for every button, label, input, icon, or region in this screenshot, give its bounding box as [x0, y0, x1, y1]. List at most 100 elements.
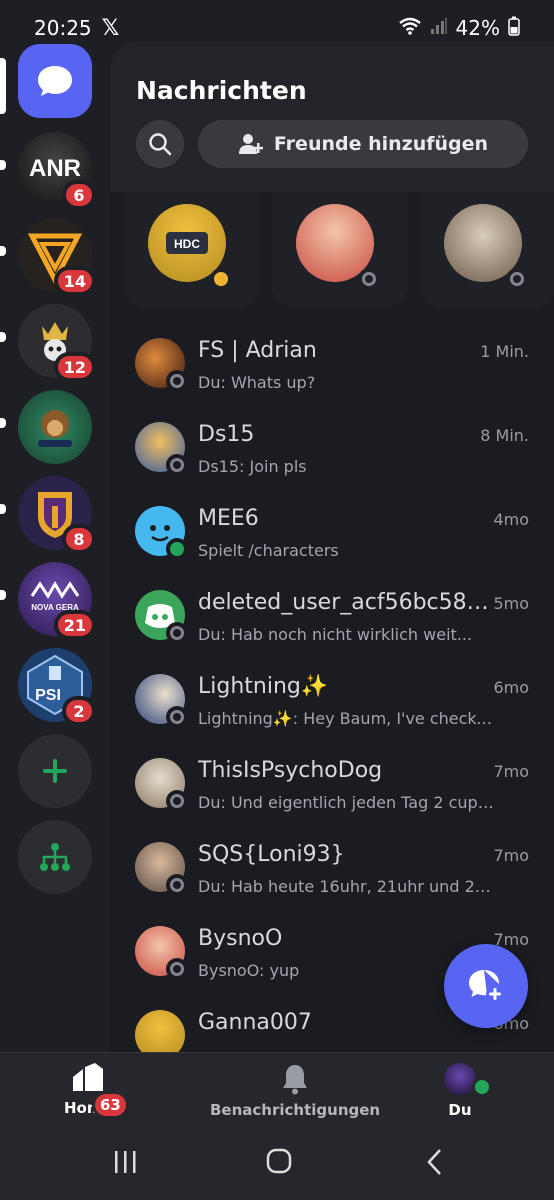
dm-name: ThisIsPsychoDog — [198, 758, 383, 783]
dm-timestamp: 6mo — [493, 678, 529, 697]
recent-apps-icon — [115, 1151, 136, 1173]
dm-list-item[interactable]: MEE6 4mo Spielt /characters — [110, 492, 554, 576]
dm-preview: BysnoO: yup — [198, 961, 300, 980]
dm-name: deleted_user_acf56bc587... — [198, 590, 498, 615]
offline-status-icon — [506, 268, 528, 290]
back-chevron-icon — [427, 1149, 441, 1175]
add-friend-icon — [238, 134, 263, 154]
add-server-button[interactable] — [18, 734, 92, 808]
dm-timestamp: 1 Min. — [480, 342, 529, 361]
server-badge: 21 — [53, 610, 96, 640]
dm-list-item[interactable]: FS | Adrian 1 Min. Du: Whats up? — [110, 324, 554, 408]
dm-timestamp: 5mo — [493, 594, 529, 613]
dm-name: MEE6 — [198, 506, 259, 531]
server-badge: 8 — [62, 524, 96, 554]
search-button[interactable] — [136, 120, 184, 168]
offline-status-icon — [166, 958, 188, 980]
messages-panel: Nachrichten Freunde hinzufügen HDC FS | … — [110, 42, 554, 1052]
avatar — [135, 1010, 185, 1052]
add-friends-button[interactable]: Freunde hinzufügen — [198, 120, 528, 168]
chat-bubble-icon — [38, 66, 72, 96]
avatar — [444, 1063, 492, 1097]
dm-preview: Ds15: Join pls — [198, 457, 307, 476]
new-message-button[interactable] — [444, 944, 528, 1028]
server-icon-league[interactable]: 14 — [18, 218, 96, 296]
hierarchy-icon — [40, 843, 70, 871]
offline-status-icon — [166, 874, 188, 896]
bottom-navigation: Home 63 Benachrichtigungen Du — [0, 1052, 554, 1134]
battery-percentage: 42% — [455, 16, 500, 40]
back-button[interactable] — [424, 1148, 444, 1176]
nav-home[interactable]: Home 63 — [64, 1063, 129, 1119]
server-badge: 12 — [53, 352, 96, 382]
battery-icon — [508, 16, 520, 41]
dm-name: BysnoO — [198, 926, 283, 951]
unread-pill — [0, 504, 6, 514]
svg-text:PSI: PSI — [35, 687, 61, 704]
online-status-icon — [472, 1077, 492, 1097]
dm-preview: Spielt /characters — [198, 541, 339, 560]
nav-notifications-label: Benachrichtigungen — [210, 1101, 381, 1119]
dm-list-item[interactable]: ThisIsPsychoDog 7mo Du: Und eigentlich j… — [110, 744, 554, 828]
server-icon-nova[interactable]: NOVA GERA 21 — [18, 562, 96, 640]
dm-name: SQS{Loni93} — [198, 842, 345, 867]
nav-notifications[interactable]: Benachrichtigungen — [210, 1063, 380, 1119]
nav-you-label: Du — [448, 1101, 472, 1119]
nav-you[interactable]: Du — [444, 1063, 492, 1119]
system-navigation-bar — [0, 1134, 554, 1200]
active-user-card[interactable] — [420, 192, 554, 308]
home-circle-icon — [266, 1148, 292, 1174]
home-system-button[interactable] — [266, 1148, 292, 1174]
home-icon — [73, 1063, 104, 1091]
dm-timestamp: 4mo — [493, 510, 529, 529]
dm-timestamp: 8 Min. — [480, 426, 529, 445]
plus-icon — [43, 759, 67, 783]
dm-name: Ds15 — [198, 422, 255, 447]
add-friends-label: Freunde hinzufügen — [273, 133, 489, 155]
signal-icon — [430, 16, 448, 40]
offline-status-icon — [166, 370, 188, 392]
dm-preview: Du: Hab heute 16uhr, 21uhr und 22u... — [198, 877, 498, 896]
offline-status-icon — [166, 454, 188, 476]
online-status-icon — [166, 538, 188, 560]
unread-pill — [0, 246, 6, 256]
unread-pill — [0, 160, 6, 170]
unread-pill — [0, 332, 6, 342]
server-icon-spartan[interactable]: 8 — [18, 476, 96, 554]
active-user-card[interactable] — [272, 192, 408, 308]
bell-icon — [283, 1065, 308, 1095]
server-icon-anr[interactable]: ANR 6 — [18, 132, 96, 210]
server-badge: 6 — [62, 180, 96, 210]
recent-apps-button[interactable] — [112, 1150, 138, 1174]
home-badge: 63 — [92, 1091, 129, 1119]
discover-servers-button[interactable] — [18, 820, 92, 894]
server-icon-psi[interactable]: PSI 2 — [18, 648, 96, 726]
offline-status-icon — [358, 268, 380, 290]
clock: 20:25 — [34, 16, 92, 40]
server-badge: 14 — [53, 266, 96, 296]
page-title: Nachrichten — [136, 76, 307, 105]
dm-name: FS | Adrian — [198, 338, 317, 363]
active-user-card[interactable]: HDC — [124, 192, 260, 308]
dm-list-item[interactable]: Lightning✨ 6mo Lightning✨: Hey Baum, I'v… — [110, 660, 554, 744]
offline-status-icon — [166, 706, 188, 728]
dm-list-item[interactable]: SQS{Loni93} 7mo Du: Hab heute 16uhr, 21u… — [110, 828, 554, 912]
dm-preview: Du: Und eigentlich jeden Tag 2 cups d... — [198, 793, 498, 812]
selected-indicator — [0, 58, 6, 114]
active-now-row: HDC — [110, 192, 554, 310]
server-badge: 2 — [62, 696, 96, 726]
unread-pill — [0, 590, 6, 600]
dm-list-item[interactable]: deleted_user_acf56bc587... 5mo Du: Hab n… — [110, 576, 554, 660]
dm-timestamp: 7mo — [493, 762, 529, 781]
monkey-logo-icon — [38, 410, 72, 447]
dm-timestamp: 7mo — [493, 846, 529, 865]
dm-list-item[interactable]: Ds15 8 Min. Ds15: Join pls — [110, 408, 554, 492]
wifi-icon — [398, 16, 422, 40]
server-icon-monkey[interactable] — [18, 390, 92, 464]
offline-status-icon — [166, 790, 188, 812]
dm-preview: Du: Whats up? — [198, 373, 316, 392]
messages-header: Nachrichten Freunde hinzufügen — [110, 42, 554, 192]
direct-messages-button[interactable] — [18, 44, 92, 118]
unread-pill — [0, 418, 6, 428]
server-icon-crown-skull[interactable]: 12 — [18, 304, 96, 382]
